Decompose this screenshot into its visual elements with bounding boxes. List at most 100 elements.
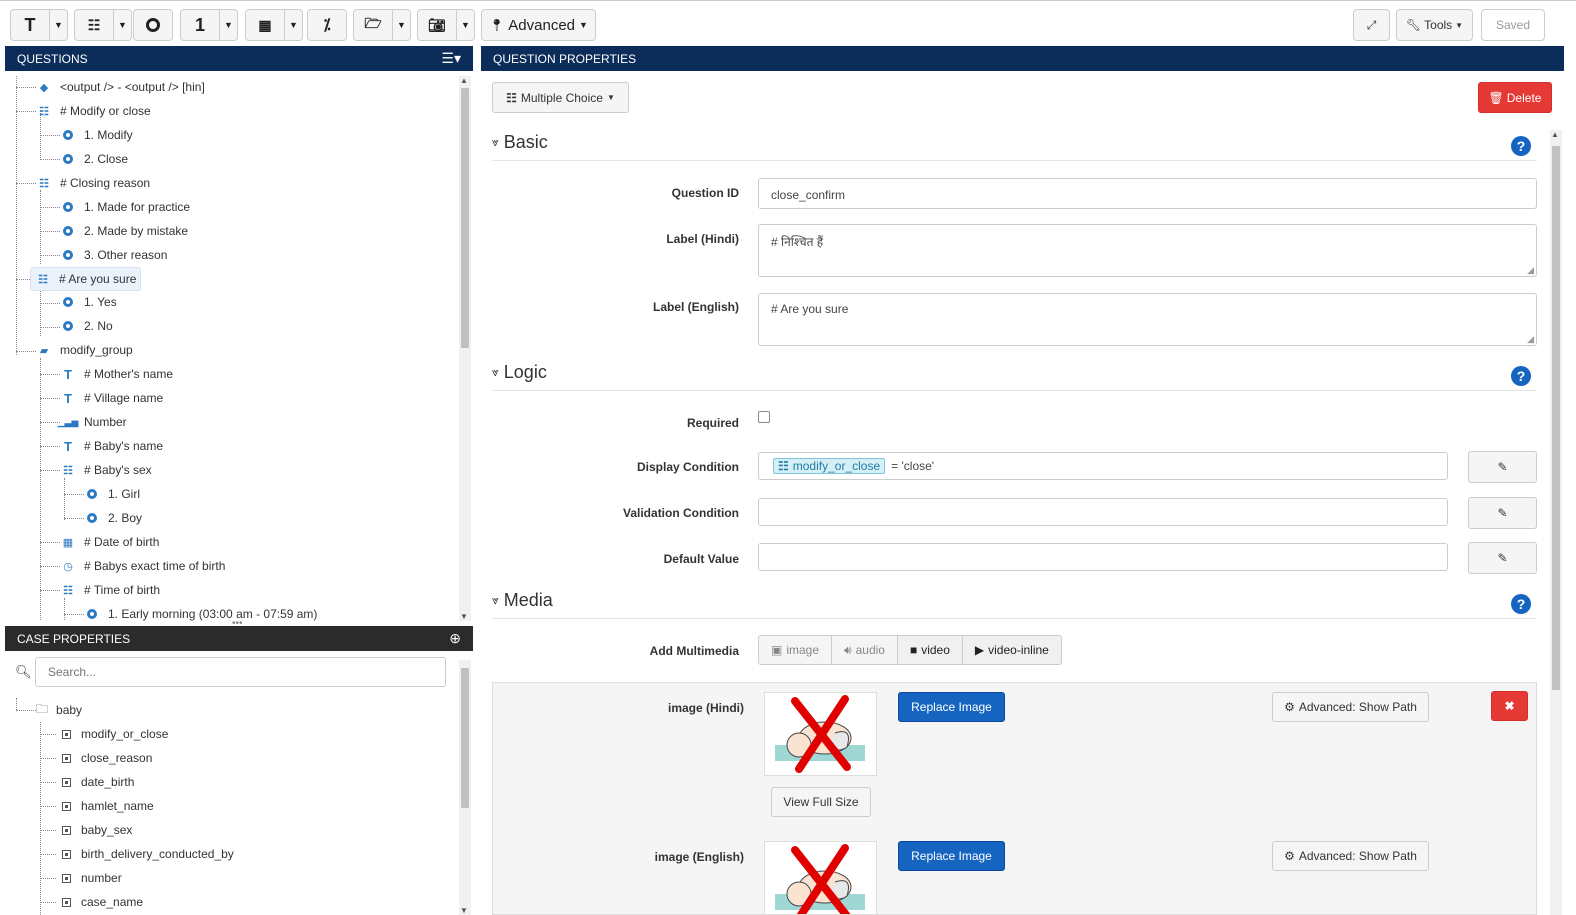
- tree-item-time-of-birth[interactable]: ☷ # Time of birth: [60, 579, 160, 601]
- logic-section-toggle[interactable]: ⩔ Logic: [492, 362, 547, 383]
- replace-image-hindi-button[interactable]: Replace Image: [898, 692, 1005, 722]
- advanced-dropdown-button[interactable]: 📍︎ Advanced ▼: [481, 9, 596, 41]
- tools-dropdown-button[interactable]: 🔧︎ Tools ▼: [1396, 9, 1473, 41]
- question-id-input[interactable]: close_confirm: [758, 178, 1537, 209]
- group-question-button[interactable]: 🗁: [353, 9, 393, 41]
- case-prop-item[interactable]: baby_sex: [62, 819, 132, 841]
- help-icon[interactable]: ?: [1511, 366, 1531, 386]
- tree-item-village-name[interactable]: T # Village name: [60, 387, 163, 409]
- case-search-input[interactable]: [35, 657, 446, 687]
- tree-item-modify-group[interactable]: ▰ modify_group: [36, 339, 133, 361]
- questions-scroll-thumb[interactable]: [461, 88, 469, 348]
- edit-default-value-button[interactable]: ✎: [1468, 542, 1537, 574]
- delete-button[interactable]: 🗑︎ Delete: [1478, 82, 1552, 113]
- tree-item-other-reason[interactable]: 3. Other reason: [60, 244, 167, 266]
- case-prop-item[interactable]: date_birth: [62, 771, 134, 793]
- questions-panel-header: QUESTIONS ☰▾: [5, 46, 473, 71]
- tree-item-babys-name[interactable]: T # Baby's name: [60, 435, 163, 457]
- add-video-button[interactable]: ■ video: [897, 635, 963, 665]
- case-scroll-thumb[interactable]: [461, 668, 469, 808]
- default-value-input[interactable]: [758, 543, 1448, 571]
- tree-item-yes[interactable]: 1. Yes: [60, 291, 117, 313]
- validation-condition-input[interactable]: [758, 498, 1448, 526]
- tree-item-boy[interactable]: 2. Boy: [84, 507, 142, 529]
- label-english-label: Label (English): [652, 300, 739, 314]
- edit-validation-condition-button[interactable]: ✎: [1468, 497, 1537, 529]
- text-dropdown-caret[interactable]: ▼: [50, 9, 68, 41]
- text-question-button[interactable]: T: [10, 9, 50, 41]
- date-dropdown-caret[interactable]: ▼: [285, 9, 303, 41]
- tree-item-label: 1. Made for practice: [84, 200, 191, 214]
- tree-item-modify-or-close[interactable]: ☷ # Modify or close: [36, 100, 151, 122]
- tree-item-mothers-name[interactable]: T # Mother's name: [60, 363, 173, 385]
- saved-button[interactable]: Saved: [1481, 9, 1545, 41]
- case-prop-item[interactable]: modify_or_close: [62, 723, 168, 745]
- date-question-button[interactable]: ▦: [245, 9, 285, 41]
- case-prop-item[interactable]: hamlet_name: [62, 795, 154, 817]
- show-path-english-button[interactable]: ⚙ Advanced: Show Path: [1272, 841, 1429, 871]
- calculate-button[interactable]: ⁒: [307, 9, 347, 41]
- download-icon[interactable]: ⊕: [449, 630, 461, 647]
- tree-item-babys-sex[interactable]: ☷ # Baby's sex: [60, 459, 152, 481]
- question-type-dropdown[interactable]: ☷ Multiple Choice ▼: [492, 82, 629, 113]
- edit-display-condition-button[interactable]: ✎: [1468, 451, 1537, 483]
- media-section-toggle[interactable]: ⩔ Media: [492, 590, 553, 611]
- group-question-group: 🗁 ▼: [353, 9, 411, 41]
- tree-item-number[interactable]: ▁▃▅ Number: [58, 411, 127, 433]
- chevron-double-down-icon: ⩔: [492, 365, 499, 379]
- tree-item-label: 1. Girl: [108, 487, 141, 501]
- number-question-button[interactable]: 1: [180, 9, 220, 41]
- remove-image-hindi-button[interactable]: ✖: [1491, 691, 1528, 721]
- case-scrollbar[interactable]: ▼: [459, 660, 471, 915]
- tree-item-no[interactable]: 2. No: [60, 315, 113, 337]
- group-dropdown-caret[interactable]: ▼: [393, 9, 411, 41]
- tree-item-made-by-mistake[interactable]: 2. Made by mistake: [60, 220, 188, 242]
- text-icon: T: [64, 438, 72, 454]
- image-english-label: image (English): [654, 850, 744, 864]
- media-dropdown-caret[interactable]: ▼: [457, 9, 475, 41]
- case-prop-item[interactable]: case_name: [62, 891, 143, 913]
- radio-icon: [60, 130, 76, 140]
- single-answer-button[interactable]: [133, 9, 173, 41]
- tools-label: Tools: [1424, 18, 1453, 32]
- media-question-button[interactable]: 📷︎: [417, 9, 457, 41]
- tree-item-exact-time-of-birth[interactable]: ◷ # Babys exact time of birth: [60, 555, 225, 577]
- add-image-button[interactable]: ▣ image: [758, 635, 833, 665]
- fullscreen-button[interactable]: ⤢: [1353, 9, 1390, 41]
- help-icon[interactable]: ?: [1511, 136, 1531, 156]
- tree-item-modify[interactable]: 1. Modify: [60, 124, 133, 146]
- tree-item-date-of-birth[interactable]: ▦ # Date of birth: [60, 531, 160, 553]
- add-video-inline-button[interactable]: ▶ video-inline: [962, 635, 1062, 665]
- tree-item-early-morning[interactable]: 1. Early morning (03:00 am - 07:59 am): [84, 603, 317, 621]
- caret-down-icon: ▼: [579, 20, 588, 30]
- number-dropdown-caret[interactable]: ▼: [220, 9, 238, 41]
- tree-item-girl[interactable]: 1. Girl: [84, 483, 140, 505]
- tree-item-are-you-sure[interactable]: ☷ # Are you sure: [30, 267, 142, 291]
- basic-section-toggle[interactable]: ⩔ Basic: [492, 132, 548, 153]
- list-dropdown-caret[interactable]: ▼: [114, 9, 132, 41]
- label-english-textarea[interactable]: # Are you sure ◢: [758, 293, 1537, 346]
- tree-item-made-for-practice[interactable]: 1. Made for practice: [60, 196, 190, 218]
- view-full-size-button[interactable]: View Full Size: [771, 787, 871, 817]
- list-question-button[interactable]: ☷: [74, 9, 114, 41]
- replace-image-english-button[interactable]: Replace Image: [898, 841, 1005, 871]
- help-icon[interactable]: ?: [1511, 594, 1531, 614]
- tree-item-close[interactable]: 2. Close: [60, 148, 128, 170]
- add-audio-button[interactable]: 🔊︎ audio: [832, 635, 898, 665]
- required-checkbox[interactable]: [758, 411, 770, 423]
- properties-scrollbar[interactable]: ▲: [1550, 130, 1562, 915]
- show-path-hindi-button[interactable]: ⚙ Advanced: Show Path: [1272, 692, 1429, 722]
- case-type-baby[interactable]: 🗀 baby: [36, 699, 82, 721]
- properties-scroll-thumb[interactable]: [1552, 146, 1560, 690]
- questions-scrollbar[interactable]: ▲ ▼: [459, 76, 471, 621]
- case-prop-item[interactable]: number: [62, 867, 122, 889]
- chevron-double-down-icon: ⩔: [492, 593, 499, 607]
- question-reference-tag[interactable]: ☷ modify_or_close: [773, 458, 886, 474]
- case-prop-item[interactable]: close_reason: [62, 747, 152, 769]
- case-prop-item[interactable]: birth_delivery_conducted_by: [62, 843, 234, 865]
- tree-item-output[interactable]: ◆ <output /> - <output /> [hin]: [36, 76, 205, 98]
- tree-item-closing-reason[interactable]: ☷ # Closing reason: [36, 172, 150, 194]
- display-condition-input[interactable]: ☷ modify_or_close = 'close': [758, 452, 1448, 480]
- questions-menu-icon[interactable]: ☰▾: [441, 50, 461, 67]
- label-hindi-textarea[interactable]: # निश्चित हैं ◢: [758, 224, 1537, 277]
